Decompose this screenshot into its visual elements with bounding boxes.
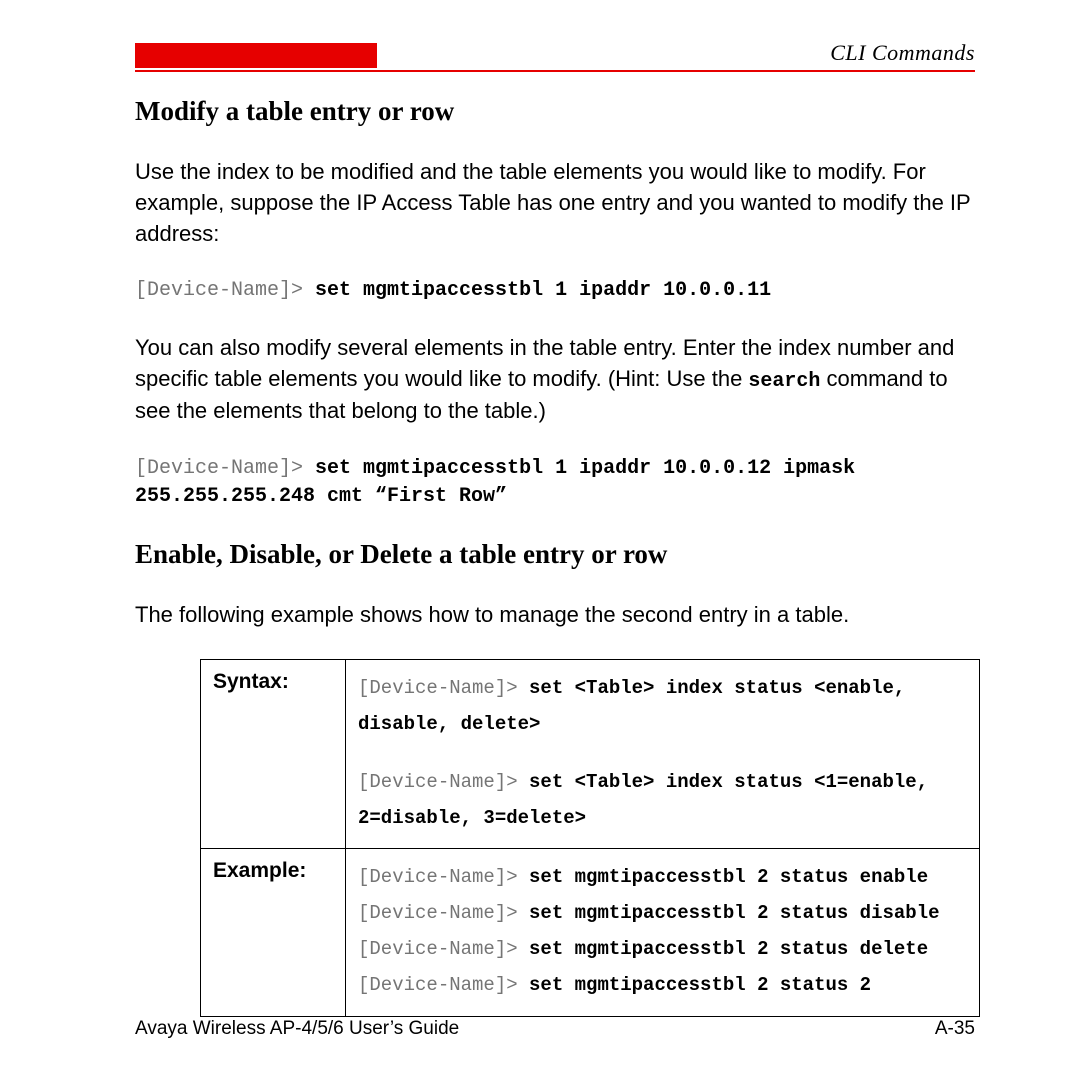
ex3-prompt: [Device-Name]> [358, 938, 529, 960]
syntax-block-2: [Device-Name]> set <Table> index status … [358, 764, 967, 836]
section1-para1: Use the index to be modified and the tab… [135, 157, 975, 249]
cmd2-command-line1: set mgmtipaccesstbl 1 ipaddr 10.0.0.12 i… [315, 457, 855, 480]
syntax1-prompt: [Device-Name]> [358, 677, 529, 699]
syntax-block-1: [Device-Name]> set <Table> index status … [358, 670, 967, 742]
cmd2-prompt: [Device-Name]> [135, 457, 315, 480]
cmd1-prompt: [Device-Name]> [135, 279, 315, 302]
section1-para2: You can also modify several elements in … [135, 333, 975, 427]
ex2-command: set mgmtipaccesstbl 2 status disable [529, 902, 939, 924]
example-content-cell: [Device-Name]> set mgmtipaccesstbl 2 sta… [346, 849, 980, 1016]
example-line-4: [Device-Name]> set mgmtipaccesstbl 2 sta… [358, 967, 967, 1003]
ex1-prompt: [Device-Name]> [358, 866, 529, 888]
ex4-prompt: [Device-Name]> [358, 974, 529, 996]
cmd-block-2: [Device-Name]> set mgmtipaccesstbl 1 ipa… [135, 455, 975, 511]
syntax2-prompt: [Device-Name]> [358, 771, 529, 793]
syntax-table: Syntax: [Device-Name]> set <Table> index… [200, 659, 980, 1017]
header-red-bar [135, 43, 377, 68]
ex1-command: set mgmtipaccesstbl 2 status enable [529, 866, 928, 888]
ex4-command: set mgmtipaccesstbl 2 status 2 [529, 974, 871, 996]
header-rule [135, 70, 975, 72]
cmd1-command: set mgmtipaccesstbl 1 ipaddr 10.0.0.11 [315, 279, 771, 302]
table-row: Example: [Device-Name]> set mgmtipaccess… [201, 849, 980, 1016]
section1-title: Modify a table entry or row [135, 96, 975, 127]
footer: Avaya Wireless AP-4/5/6 User’s Guide A-3… [135, 1018, 975, 1040]
section2-title: Enable, Disable, or Delete a table entry… [135, 539, 975, 570]
section2-para1: The following example shows how to manag… [135, 600, 975, 631]
footer-page-number: A-35 [935, 1018, 975, 1040]
cmd-block-1: [Device-Name]> set mgmtipaccesstbl 1 ipa… [135, 277, 975, 305]
ex2-prompt: [Device-Name]> [358, 902, 529, 924]
header-row: CLI Commands [135, 40, 975, 68]
example-line-1: [Device-Name]> set mgmtipaccesstbl 2 sta… [358, 859, 967, 895]
cmd2-command-line2: 255.255.255.248 cmt “First Row” [135, 485, 507, 508]
page: CLI Commands Modify a table entry or row… [0, 0, 1080, 1080]
example-line-2: [Device-Name]> set mgmtipaccesstbl 2 sta… [358, 895, 967, 931]
header-section-label: CLI Commands [830, 40, 975, 68]
example-line-3: [Device-Name]> set mgmtipaccesstbl 2 sta… [358, 931, 967, 967]
syntax-content-cell: [Device-Name]> set <Table> index status … [346, 659, 980, 848]
ex3-command: set mgmtipaccesstbl 2 status delete [529, 938, 928, 960]
table-row: Syntax: [Device-Name]> set <Table> index… [201, 659, 980, 848]
syntax-label-cell: Syntax: [201, 659, 346, 848]
footer-title: Avaya Wireless AP-4/5/6 User’s Guide [135, 1018, 459, 1040]
para2-mono: search [748, 370, 820, 393]
example-label-cell: Example: [201, 849, 346, 1016]
